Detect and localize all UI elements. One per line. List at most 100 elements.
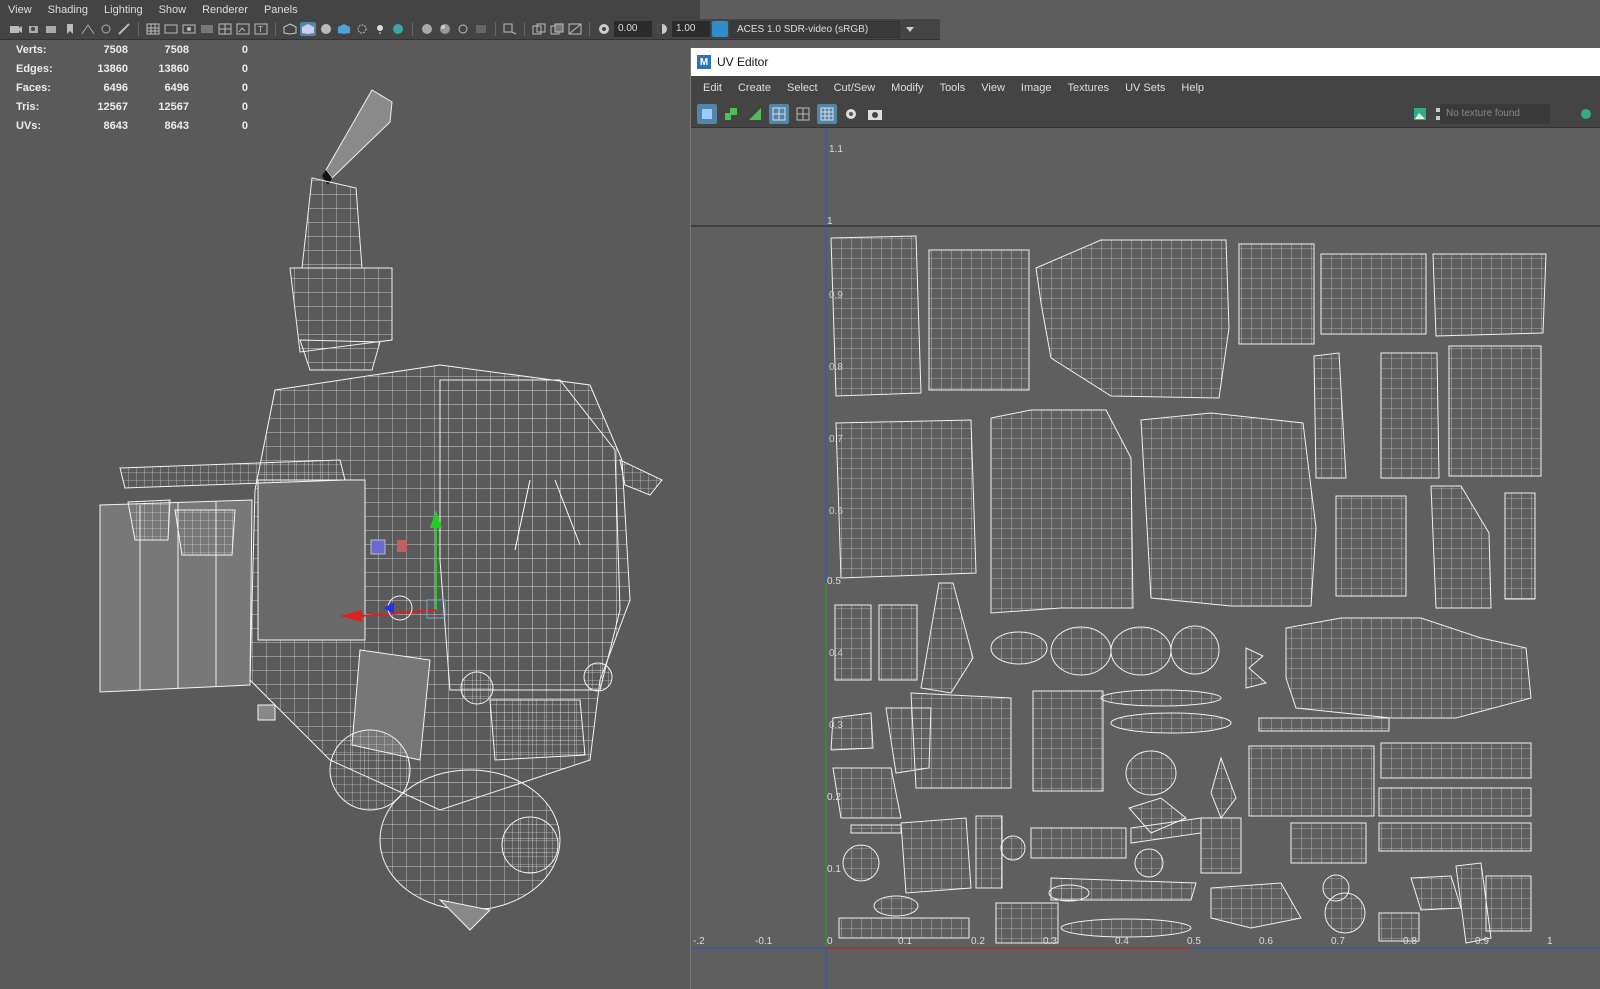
toolbar-divider bbox=[524, 22, 525, 36]
image-display-icon[interactable] bbox=[1410, 104, 1430, 124]
film-gate-icon[interactable] bbox=[163, 22, 179, 36]
uv-menu-cut-sew[interactable]: Cut/Sew bbox=[826, 82, 884, 94]
viewport-toolbar: T 0.00 1.00 ACES 1.0 SDR-video (sRGB) bbox=[0, 19, 940, 40]
menu-lighting[interactable]: Lighting bbox=[96, 4, 151, 16]
menu-renderer[interactable]: Renderer bbox=[194, 4, 256, 16]
shadows-icon[interactable] bbox=[372, 22, 388, 36]
safe-action-icon[interactable] bbox=[235, 22, 251, 36]
menu-view[interactable]: View bbox=[0, 4, 40, 16]
uv-shaded-icon[interactable] bbox=[841, 104, 861, 124]
menu-panels[interactable]: Panels bbox=[256, 4, 306, 16]
uv-x-label: 1 bbox=[1547, 936, 1553, 947]
gamma-field[interactable]: 1.00 bbox=[672, 21, 710, 37]
uv-menu-help[interactable]: Help bbox=[1173, 82, 1212, 94]
maya-logo-icon: M bbox=[697, 55, 711, 69]
uv-editor-menubar: Edit Create Select Cut/Sew Modify Tools … bbox=[691, 76, 1600, 100]
motion-blur-icon[interactable] bbox=[419, 22, 435, 36]
wireframe-icon[interactable] bbox=[282, 22, 298, 36]
uv-menu-textures[interactable]: Textures bbox=[1059, 82, 1117, 94]
uv-y-label: 0.7 bbox=[829, 434, 843, 445]
uv-display-icon[interactable] bbox=[769, 103, 789, 124]
bookmark-camera-icon[interactable] bbox=[44, 22, 60, 36]
gate-mask-icon[interactable] bbox=[199, 22, 215, 36]
safe-title-icon[interactable]: T bbox=[253, 22, 269, 36]
backface-culling-icon[interactable] bbox=[567, 22, 583, 36]
texture-sync-icon[interactable] bbox=[1576, 104, 1596, 124]
uv-y-label: 0.8 bbox=[829, 362, 843, 373]
chevron-down-icon[interactable] bbox=[902, 22, 918, 36]
toolbar-divider bbox=[138, 22, 139, 36]
wireframe-model[interactable] bbox=[0, 40, 690, 989]
bookmark-icon[interactable] bbox=[62, 22, 78, 36]
snapshot-camera-icon[interactable] bbox=[865, 104, 885, 124]
uv-menu-modify[interactable]: Modify bbox=[883, 82, 931, 94]
image-plane-icon[interactable] bbox=[80, 22, 96, 36]
color-space-label: ACES 1.0 SDR-video (sRGB) bbox=[737, 23, 869, 35]
xray-components-icon[interactable] bbox=[549, 22, 565, 36]
uv-x-label: 0.9 bbox=[1475, 936, 1489, 947]
texture-dropdown[interactable]: No texture found bbox=[1440, 104, 1550, 124]
color-space-dropdown[interactable]: ACES 1.0 SDR-video (sRGB) bbox=[730, 20, 900, 38]
ambient-occlusion-icon[interactable] bbox=[390, 22, 406, 36]
uv-grid-icon[interactable] bbox=[793, 104, 813, 124]
uv-y-label: 0.2 bbox=[827, 792, 841, 803]
perspective-viewport[interactable]: Verts: 7508 7508 0 Edges: 13860 13860 0 … bbox=[0, 40, 690, 989]
grid-icon[interactable] bbox=[145, 22, 161, 36]
color-management-icon[interactable] bbox=[712, 21, 728, 37]
uv-x-label: -0.1 bbox=[755, 936, 773, 947]
default-material-icon[interactable] bbox=[318, 22, 334, 36]
toolbar-divider bbox=[275, 22, 276, 36]
svg-text:T: T bbox=[257, 25, 263, 34]
uv-x-label: -.2 bbox=[693, 936, 705, 947]
toolbar-divider bbox=[495, 22, 496, 36]
gamma-icon bbox=[654, 22, 670, 36]
multisample-icon[interactable] bbox=[437, 22, 453, 36]
smooth-shade-icon[interactable] bbox=[300, 22, 316, 36]
toolbar-divider bbox=[589, 22, 590, 36]
toolbar-divider bbox=[412, 22, 413, 36]
textured-icon[interactable] bbox=[336, 22, 352, 36]
uv-y-label: 0.6 bbox=[829, 506, 843, 517]
camera-attributes-icon[interactable] bbox=[26, 22, 42, 36]
uv-y-label: 1.1 bbox=[829, 144, 843, 155]
xray-joints-icon[interactable] bbox=[531, 22, 547, 36]
field-chart-icon[interactable] bbox=[217, 22, 233, 36]
viewport-menubar: View Shading Lighting Show Renderer Pane… bbox=[0, 0, 700, 20]
uv-x-label: 0.5 bbox=[1187, 936, 1201, 947]
uv-shell-icon[interactable] bbox=[721, 104, 741, 124]
resolution-gate-icon[interactable] bbox=[181, 22, 197, 36]
grease-pencil-icon[interactable] bbox=[116, 22, 132, 36]
uv-x-label: 0.1 bbox=[898, 936, 912, 947]
uv-editor-title: UV Editor bbox=[717, 55, 769, 69]
uv-x-label: 0.6 bbox=[1259, 936, 1273, 947]
uv-menu-view[interactable]: View bbox=[973, 82, 1013, 94]
uv-y-label: 0.3 bbox=[829, 720, 843, 731]
uv-grid-canvas[interactable]: 1.1 1 0.9 0.8 0.7 0.6 0.5 0.4 0.3 0.2 0.… bbox=[691, 128, 1600, 989]
depth-of-field-icon[interactable] bbox=[455, 22, 471, 36]
uv-flip-icon[interactable] bbox=[745, 104, 765, 124]
uv-y-label: 1 bbox=[827, 216, 833, 227]
uv-y-label: 0.9 bbox=[829, 290, 843, 301]
uv-snap-icon[interactable] bbox=[817, 103, 837, 124]
use-all-lights-icon[interactable] bbox=[354, 22, 370, 36]
exposure-icon bbox=[596, 22, 612, 36]
uv-select-icon[interactable] bbox=[697, 103, 717, 124]
uv-menu-create[interactable]: Create bbox=[730, 82, 779, 94]
menu-show[interactable]: Show bbox=[151, 4, 195, 16]
uv-x-label: 0.7 bbox=[1331, 936, 1345, 947]
exposure-field[interactable]: 0.00 bbox=[614, 21, 652, 37]
uv-layout[interactable]: 1.1 1 0.9 0.8 0.7 0.6 0.5 0.4 0.3 0.2 0.… bbox=[691, 128, 1600, 989]
uv-menu-uv-sets[interactable]: UV Sets bbox=[1117, 82, 1173, 94]
uv-y-label: 0.1 bbox=[827, 864, 841, 875]
camera-icon[interactable] bbox=[8, 22, 24, 36]
uv-menu-tools[interactable]: Tools bbox=[932, 82, 974, 94]
isolate-select-icon[interactable] bbox=[473, 22, 489, 36]
uv-menu-image[interactable]: Image bbox=[1013, 82, 1060, 94]
uv-editor-window: M UV Editor Edit Create Select Cut/Sew M… bbox=[690, 48, 1600, 989]
2d-pan-zoom-icon[interactable] bbox=[98, 22, 114, 36]
menu-shading[interactable]: Shading bbox=[40, 4, 96, 16]
xray-icon[interactable] bbox=[502, 22, 518, 36]
uv-editor-titlebar[interactable]: M UV Editor bbox=[691, 48, 1600, 76]
uv-menu-select[interactable]: Select bbox=[779, 82, 826, 94]
uv-menu-edit[interactable]: Edit bbox=[695, 82, 730, 94]
